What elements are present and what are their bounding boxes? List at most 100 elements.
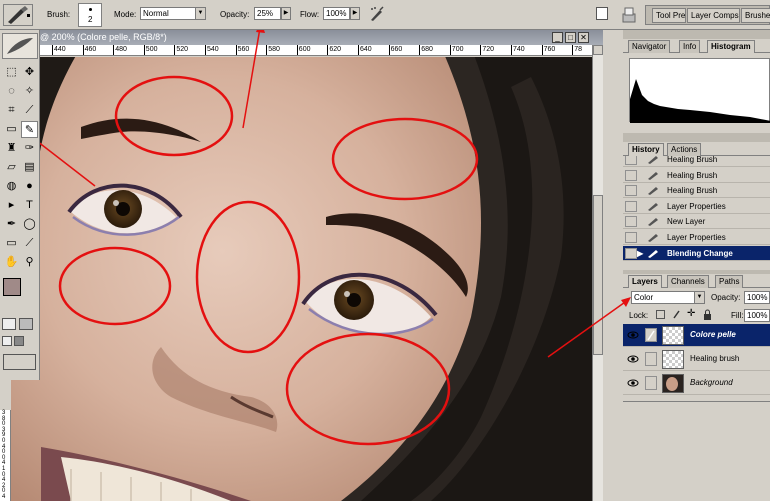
opacity-slider-button[interactable]: ▶ <box>281 7 291 20</box>
history-item[interactable]: Blending Change ▶ <box>623 245 770 261</box>
history-item[interactable]: Layer Properties <box>623 230 770 245</box>
lock-all-icon[interactable] <box>703 309 712 320</box>
history-item[interactable]: New Layer <box>623 214 770 230</box>
history-brush-tool-icon[interactable]: ✑ <box>21 140 38 157</box>
eye-icon[interactable] <box>627 378 639 388</box>
annotation-ellipse-nose <box>195 200 301 354</box>
history-item[interactable]: Healing Brush <box>623 183 770 199</box>
chevron-down-icon: ▼ <box>694 292 704 303</box>
history-snapshot-checkbox[interactable] <box>625 169 637 181</box>
layers-panel: Layers Channels Paths Color ▼ Opacity: 1… <box>623 270 770 401</box>
slice-tool-icon[interactable]: ⟋ <box>21 102 38 119</box>
brush-tool-icon[interactable]: ✎ <box>21 121 38 138</box>
palette-well-handle[interactable] <box>619 5 639 25</box>
jump-to-imageready-icon[interactable] <box>3 354 36 370</box>
history-snapshot-checkbox[interactable] <box>625 247 637 259</box>
standard-mode-button[interactable] <box>2 318 16 330</box>
healing-brush-tool-icon[interactable]: ▭ <box>3 121 20 138</box>
annotation-arrow-brush-line <box>32 137 96 187</box>
eraser-tool-icon[interactable]: ▱ <box>3 159 20 176</box>
histogram-graph <box>629 58 770 123</box>
history-snapshot-checkbox[interactable] <box>625 185 637 197</box>
layer-link-box[interactable] <box>645 352 657 366</box>
history-snapshot-checkbox[interactable] <box>625 156 637 165</box>
history-item-label: Layer Properties <box>667 201 726 211</box>
flow-slider-button[interactable]: ▶ <box>350 7 360 20</box>
history-snapshot-checkbox[interactable] <box>625 200 637 212</box>
history-item-label: Healing Brush <box>667 156 718 164</box>
photoshop-feather-icon[interactable] <box>2 33 38 59</box>
zoom-tool-icon[interactable]: ⚲ <box>21 254 38 271</box>
foreground-color-swatch[interactable] <box>3 278 21 296</box>
history-panel: History Actions Healing Brush Healing Bru… <box>623 133 770 266</box>
tab-layer-comps[interactable]: Layer Comps <box>687 8 740 23</box>
tab-history[interactable]: History <box>628 143 664 156</box>
history-state-slider-icon[interactable]: ▶ <box>637 249 643 258</box>
tab-brushes[interactable]: Brushes <box>741 8 770 23</box>
history-item[interactable]: Healing Brush <box>623 167 770 183</box>
history-snapshot-checkbox[interactable] <box>625 216 637 228</box>
type-tool-icon[interactable]: T <box>21 197 38 214</box>
blur-tool-icon[interactable]: ◍ <box>3 178 20 195</box>
layer-link-box[interactable] <box>645 376 657 390</box>
tab-paths[interactable]: Paths <box>715 275 744 288</box>
panel-grip[interactable] <box>623 30 770 39</box>
lock-image-icon[interactable] <box>672 310 681 319</box>
history-item-label: New Layer <box>667 217 706 227</box>
marquee-tool-icon[interactable]: ⬚ <box>3 64 20 81</box>
layer-name: Healing brush <box>690 354 740 363</box>
layer-opacity-input[interactable]: 100% <box>744 291 770 304</box>
airbrush-icon[interactable] <box>368 5 386 23</box>
history-item[interactable]: Layer Properties <box>623 198 770 214</box>
clone-stamp-tool-icon[interactable]: ♜ <box>3 140 20 157</box>
mode-label: Mode: <box>114 10 137 19</box>
eye-icon[interactable] <box>627 354 639 364</box>
hand-tool-icon[interactable]: ✋ <box>3 254 20 271</box>
dodge-tool-icon[interactable]: ● <box>21 178 38 195</box>
fill-input[interactable]: 100% <box>744 309 770 322</box>
path-selection-tool-icon[interactable]: ▸ <box>3 197 20 214</box>
tool-preset-picker[interactable] <box>3 4 33 26</box>
layer-link-box[interactable] <box>645 328 657 342</box>
layer-row[interactable]: Healing brush <box>623 348 770 371</box>
tab-info[interactable]: Info <box>679 40 701 53</box>
layer-thumbnail[interactable] <box>662 374 684 393</box>
tab-histogram[interactable]: Histogram <box>707 40 755 53</box>
magic-wand-tool-icon[interactable]: ✧ <box>21 83 38 100</box>
notes-tool-icon[interactable]: ▭ <box>3 235 20 252</box>
brush-picker[interactable]: 2 <box>78 3 102 27</box>
shape-tool-icon[interactable]: ◯ <box>21 216 38 233</box>
history-item[interactable]: Healing Brush <box>623 156 770 167</box>
gradient-tool-icon[interactable]: ▤ <box>21 159 38 176</box>
lasso-tool-icon[interactable]: ◌ <box>3 83 20 100</box>
tab-actions[interactable]: Actions <box>667 143 702 156</box>
screen-mode-button[interactable] <box>2 336 12 346</box>
history-item-label: Healing Brush <box>667 170 718 180</box>
move-tool-icon[interactable]: ✥ <box>21 64 38 81</box>
eyedropper-tool-icon[interactable]: ⟋ <box>21 235 38 252</box>
layer-row[interactable]: Background <box>623 372 770 395</box>
blend-mode-select[interactable]: Color ▼ <box>631 291 705 304</box>
crop-tool-icon[interactable]: ⌗ <box>3 102 20 119</box>
file-browser-icon[interactable] <box>596 7 608 20</box>
history-snapshot-checkbox[interactable] <box>625 232 637 243</box>
tab-tool-presets[interactable]: Tool Pre <box>652 8 686 23</box>
lock-label: Lock: <box>629 311 649 320</box>
lock-transparency-icon[interactable] <box>656 310 665 319</box>
opacity-value: 25% <box>257 9 274 18</box>
pen-tool-icon[interactable]: ✒ <box>3 216 20 233</box>
tab-layers[interactable]: Layers <box>628 275 662 288</box>
tab-navigator[interactable]: Navigator <box>628 40 671 53</box>
screen-mode-full-button[interactable] <box>14 336 24 346</box>
lock-position-icon[interactable]: ✛ <box>687 309 698 320</box>
tab-channels[interactable]: Channels <box>667 275 709 288</box>
mode-select[interactable]: Normal ▼ <box>140 7 206 20</box>
layer-row[interactable]: Colore pelle <box>623 324 770 347</box>
flow-input[interactable]: 100% <box>323 7 350 20</box>
panel-grip[interactable] <box>623 133 770 142</box>
layer-thumbnail[interactable] <box>662 326 684 345</box>
opacity-input[interactable]: 25% <box>254 7 281 20</box>
quick-mask-button[interactable] <box>19 318 33 330</box>
eye-icon[interactable] <box>627 330 639 340</box>
layer-thumbnail[interactable] <box>662 350 684 369</box>
